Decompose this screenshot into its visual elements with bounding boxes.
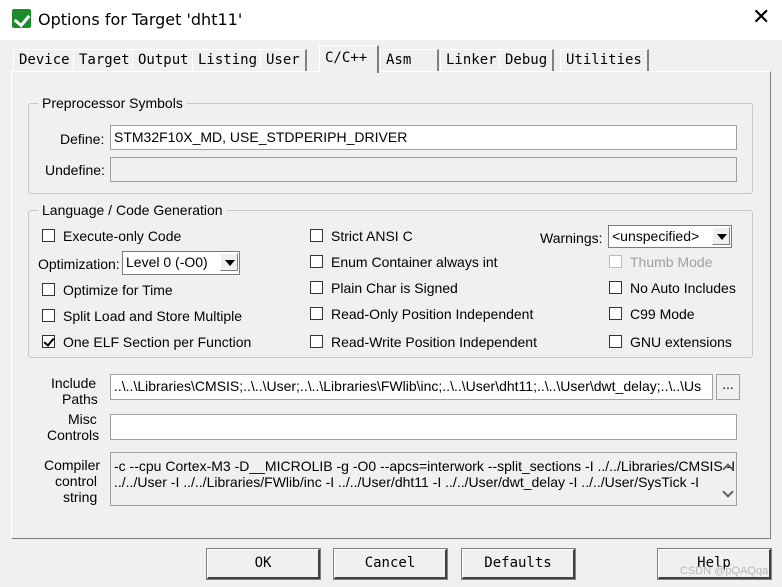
optimization-label: Optimization: (38, 256, 120, 272)
tab-target[interactable]: Target (73, 49, 137, 71)
tab-utilities[interactable]: Utilities (560, 49, 649, 71)
tab-output[interactable]: Output (132, 49, 196, 71)
warnings-value: <unspecified> (612, 228, 700, 244)
c99-mode-checkbox[interactable] (609, 307, 622, 320)
optimize-time-label: Optimize for Time (63, 282, 173, 298)
compiler-label-1: Compiler (44, 457, 101, 473)
rw-position-label: Read-Write Position Independent (331, 334, 537, 350)
optimize-time-checkbox[interactable] (42, 283, 55, 296)
include-paths-field[interactable]: ..\..\Libraries\CMSIS;..\..\User;..\..\L… (110, 374, 713, 400)
window-title: Options for Target 'dht11' (38, 10, 243, 29)
scroll-down-icon[interactable] (720, 485, 734, 499)
misc-controls-field[interactable] (110, 414, 737, 440)
gnu-extensions-checkbox[interactable] (609, 335, 622, 348)
undefine-field[interactable] (110, 157, 737, 182)
ro-position-label: Read-Only Position Independent (331, 306, 534, 322)
tab-listing[interactable]: Listing (192, 49, 265, 71)
enum-container-checkbox[interactable] (310, 255, 323, 268)
preprocessor-title: Preprocessor Symbols (38, 95, 187, 111)
close-icon[interactable]: ✕ (752, 6, 770, 30)
defaults-button[interactable]: Defaults (461, 548, 576, 580)
define-field[interactable]: STM32F10X_MD, USE_STDPERIPH_DRIVER (110, 125, 737, 150)
split-load-label: Split Load and Store Multiple (63, 308, 242, 324)
thumb-mode-label: Thumb Mode (630, 254, 713, 270)
plain-char-label: Plain Char is Signed (331, 280, 458, 296)
ok-button[interactable]: OK (206, 548, 321, 580)
scroll-up-icon[interactable] (720, 459, 734, 473)
tab-user[interactable]: User (260, 49, 307, 71)
split-load-checkbox[interactable] (42, 309, 55, 322)
strict-ansi-checkbox[interactable] (310, 229, 323, 242)
execute-only-checkbox[interactable] (42, 229, 55, 242)
optimization-value: Level 0 (-O0) (126, 254, 208, 270)
cancel-button[interactable]: Cancel (333, 548, 448, 580)
c99-mode-label: C99 Mode (630, 306, 695, 322)
one-elf-checkbox[interactable] (42, 335, 55, 348)
undefine-label: Undefine: (45, 162, 105, 178)
one-elf-label: One ELF Section per Function (63, 334, 252, 350)
tab-asm[interactable]: Asm (380, 49, 439, 71)
tab-device[interactable]: Device (13, 49, 77, 71)
tab-linker[interactable]: Linker (440, 49, 504, 71)
rw-position-checkbox[interactable] (310, 335, 323, 348)
warnings-select[interactable]: <unspecified> (608, 225, 732, 248)
watermark-text: CSDN @pQAQqa (680, 565, 769, 577)
compiler-line-2: ../../User -I ../../Libraries/FWlib/inc … (114, 474, 700, 490)
chevron-down-icon[interactable] (220, 253, 238, 271)
chevron-down-icon[interactable] (712, 227, 730, 245)
enum-container-label: Enum Container always int (331, 254, 498, 270)
codegen-title: Language / Code Generation (38, 202, 227, 218)
thumb-mode-checkbox[interactable] (609, 255, 622, 268)
compiler-line-1: -c --cpu Cortex-M3 -D__MICROLIB -g -O0 -… (114, 458, 736, 474)
no-auto-includes-checkbox[interactable] (609, 281, 622, 294)
ro-position-checkbox[interactable] (310, 307, 323, 320)
gnu-extensions-label: GNU extensions (630, 334, 732, 350)
tab-cc[interactable]: C/C++ (319, 45, 379, 73)
plain-char-checkbox[interactable] (310, 281, 323, 294)
misc-label-2: Controls (47, 427, 100, 443)
define-label: Define: (60, 131, 105, 147)
tab-debug[interactable]: Debug (499, 49, 555, 71)
compiler-label-3: string (63, 489, 98, 505)
warnings-label: Warnings: (540, 230, 603, 246)
execute-only-label: Execute-only Code (63, 228, 182, 244)
compiler-label-2: control (55, 473, 98, 489)
include-label-1: Include (51, 375, 97, 391)
include-label-2: Paths (62, 391, 98, 407)
keil-app-icon (12, 9, 31, 28)
misc-label-1: Misc (68, 411, 97, 427)
strict-ansi-label: Strict ANSI C (331, 228, 413, 244)
no-auto-includes-label: No Auto Includes (630, 280, 736, 296)
include-browse-button[interactable]: ... (716, 374, 740, 400)
optimization-select[interactable]: Level 0 (-O0) (122, 251, 240, 275)
compiler-control-field[interactable]: -c --cpu Cortex-M3 -D__MICROLIB -g -O0 -… (110, 452, 737, 506)
